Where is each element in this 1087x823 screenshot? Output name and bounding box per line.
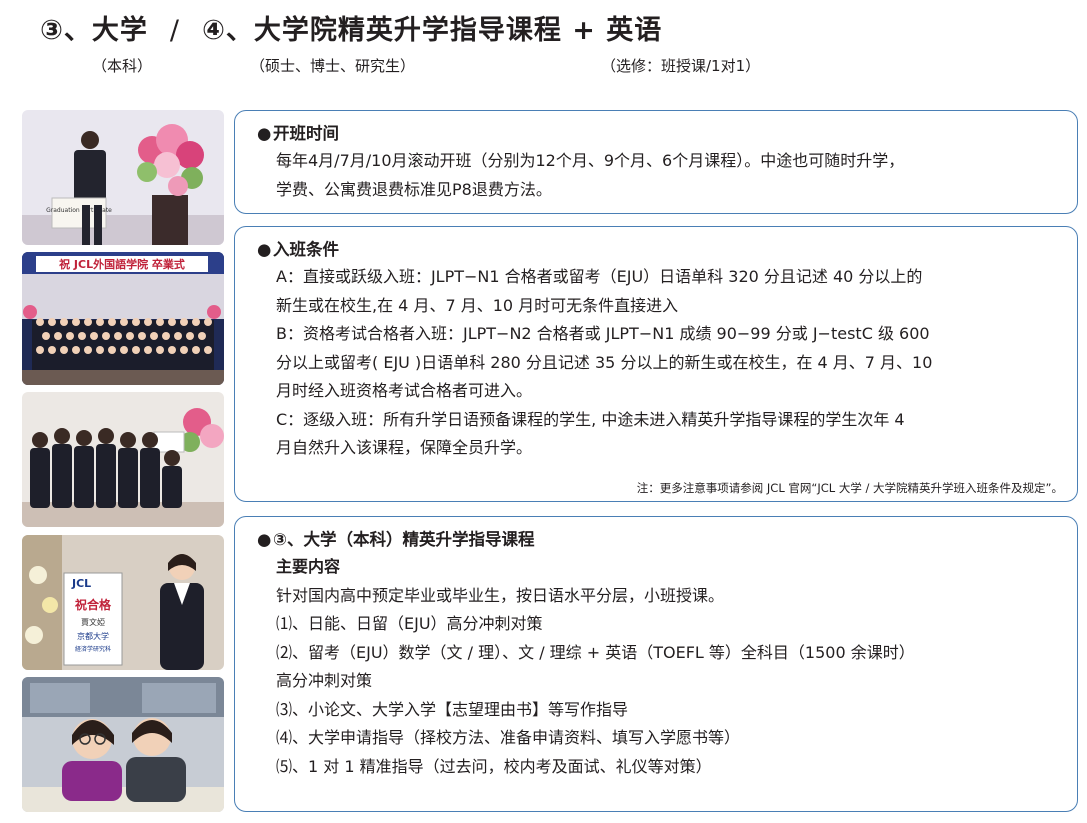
course-line: 针对国内高中预定毕业或毕业生，按日语水平分层，小班授课。 bbox=[276, 585, 725, 605]
course-heading: ●③、大学（本科）精英升学指导课程 bbox=[257, 527, 1063, 553]
conditions-heading: ●入班条件 bbox=[257, 237, 1063, 263]
title-part-undergrad: ③、大学 bbox=[40, 15, 148, 46]
sign-school-text: 京都大学 bbox=[77, 631, 109, 641]
conditions-footnote: 注：更多注意事项请参阅 JCL 官网“JCL 大学 / 大学院精英升学班入班条件… bbox=[636, 481, 1063, 495]
section-enrollment-conditions: ●入班条件 A：直接或跃级入班：JLPT−N1 合格者或留考（EJU）日语单科 … bbox=[234, 226, 1078, 502]
section-class-schedule: ●开班时间 每年4月/7月/10月滚动开班（分别为12个月、9个月、6个月课程）… bbox=[234, 110, 1078, 214]
photo-acceptance-kyoto: JCL 祝合格 賈文婭 京都大学 経済学研究科 bbox=[22, 535, 224, 670]
course-line: ⑵、留考（EJU）数学（文 / 理）、文 / 理综 + 英语（TOEFL 等）全… bbox=[276, 642, 915, 662]
schedule-heading: ●开班时间 bbox=[257, 121, 1063, 147]
sign-title-text: 祝合格 bbox=[75, 597, 112, 612]
certificate-text: Graduation certificate bbox=[46, 207, 112, 214]
bullet-icon: ● bbox=[257, 124, 272, 143]
subtitle-elective: （选修：班授课/1对1） bbox=[601, 57, 761, 75]
bullet-icon: ● bbox=[257, 530, 272, 549]
photo-teacher-student bbox=[22, 677, 224, 812]
ceremony-banner-text: 祝 JCL外国語学院 卒業式 bbox=[59, 257, 185, 271]
schedule-line: 每年4月/7月/10月滚动开班（分别为12个月、9个月、6个月课程）。中途也可随… bbox=[276, 151, 905, 170]
condition-line: 分以上或留考( EJU )日语单科 280 分且记述 35 分以上的新生或在校生… bbox=[276, 352, 933, 372]
photo-graduate-with-flowers: Graduation certificate bbox=[22, 110, 224, 245]
condition-line: C：逐级入班：所有升学日语预备课程的学生, 中途未进入精英升学指导课程的学生次年… bbox=[276, 409, 905, 429]
photo-graduation-ceremony: 祝 JCL外国語学院 卒業式 bbox=[22, 252, 224, 385]
course-line: ⑷、大学申请指导（择校方法、准备申请资料、填写入学愿书等） bbox=[276, 728, 741, 747]
condition-line: 月时经入班资格考试合格者可进入。 bbox=[276, 381, 533, 400]
course-subheading: 主要内容 bbox=[276, 557, 341, 576]
sign-logo-text: JCL bbox=[71, 577, 91, 590]
course-line: ⑴、日能、日留（EJU）高分冲刺对策 bbox=[276, 614, 543, 633]
title-part-graduate: ④、大学院精英升学指导课程 + 英语 bbox=[201, 15, 663, 46]
condition-line: A：直接或跃级入班：JLPT−N1 合格者或留考（EJU）日语单科 320 分且… bbox=[276, 267, 923, 286]
schedule-heading-text: 开班时间 bbox=[273, 124, 339, 143]
conditions-heading-text: 入班条件 bbox=[273, 240, 339, 259]
subtitle-undergrad: （本科） bbox=[92, 57, 153, 75]
condition-line: 新生或在校生,在 4 月、7 月、10 月时可无条件直接进入 bbox=[276, 295, 679, 315]
schedule-line: 学费、公寓费退费标准见P8退费方法。 bbox=[276, 179, 552, 199]
bullet-icon: ● bbox=[257, 240, 272, 259]
course-heading-text: ③、大学（本科）精英升学指导课程 bbox=[273, 530, 535, 549]
subtitle-graduate: （硕士、博士、研究生） bbox=[250, 57, 416, 75]
sign-dept-text: 経済学研究科 bbox=[75, 645, 111, 653]
condition-line: B：资格考试合格者入班：JLPT−N2 合格者或 JLPT−N1 成绩 90−9… bbox=[276, 324, 930, 343]
sign-name-text: 賈文婭 bbox=[81, 617, 105, 627]
course-line: 高分冲刺对策 bbox=[276, 671, 373, 690]
section-undergrad-course: ●③、大学（本科）精英升学指导课程 主要内容 针对国内高中预定毕业或毕业生，按日… bbox=[234, 516, 1078, 812]
condition-line: 月自然升入该课程，保障全员升学。 bbox=[276, 438, 533, 457]
course-line: ⑸、1 对 1 精准指导（过去问，校内考及面试、礼仪等对策） bbox=[276, 756, 712, 776]
course-line: ⑶、小论文、大学入学【志望理由书】等写作指导 bbox=[276, 699, 629, 719]
photo-students-group bbox=[22, 392, 224, 527]
title-separator: / bbox=[169, 15, 180, 46]
page-title: ③、大学 / ④、大学院精英升学指导课程 + 英语 bbox=[40, 8, 662, 47]
